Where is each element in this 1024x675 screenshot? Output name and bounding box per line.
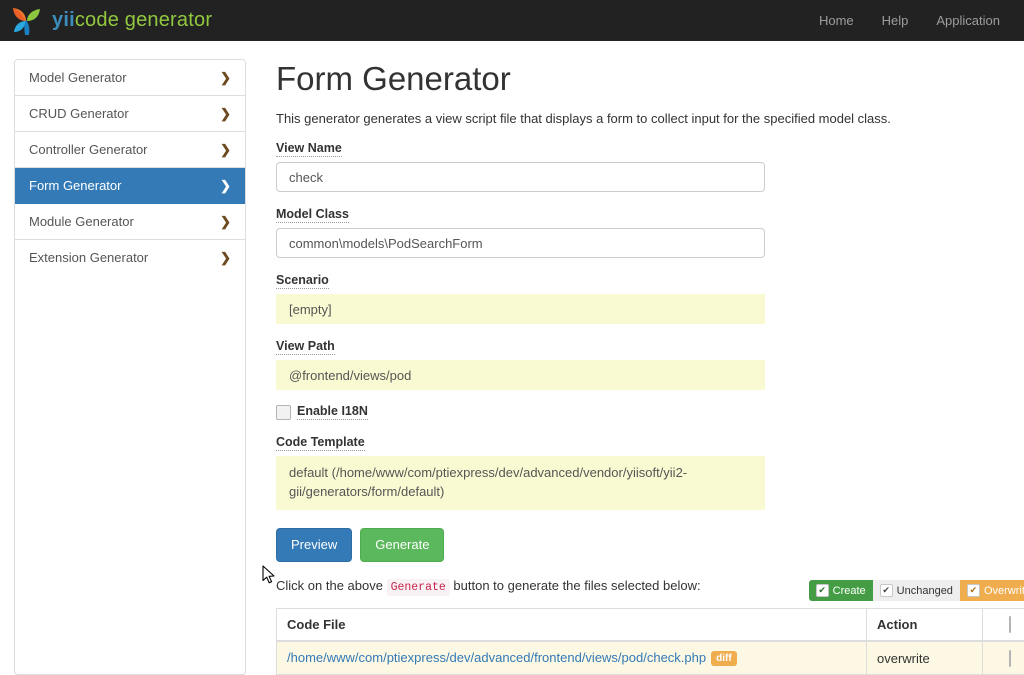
brand-text: yiicode generator bbox=[52, 9, 212, 32]
brand-name-codegenerator: code generator bbox=[75, 9, 212, 31]
code-template-label: Code Template bbox=[276, 435, 365, 451]
field-group-scenario: Scenario bbox=[276, 272, 1024, 324]
results-header: Click on the above Generate button to ge… bbox=[276, 578, 1024, 602]
sidebar-item-label: Form Generator bbox=[29, 178, 121, 193]
nav-link-home[interactable]: Home bbox=[819, 13, 854, 28]
field-group-view-path: View Path bbox=[276, 338, 1024, 390]
enable-i18n-checkbox[interactable] bbox=[276, 405, 291, 420]
legend-label-overwrite: Overwrite bbox=[984, 585, 1024, 597]
results-hint-after: button to generate the files selected be… bbox=[453, 578, 700, 593]
cell-code-file: /home/www/com/ptiexpress/dev/advanced/fr… bbox=[277, 641, 867, 675]
cell-select bbox=[983, 641, 1024, 675]
table-head: Code File Action bbox=[277, 609, 1024, 642]
generated-files-table: Code File Action /home/www/com/ptiexpres… bbox=[276, 608, 1024, 675]
chevron-right-icon: ❯ bbox=[220, 143, 231, 156]
view-name-input[interactable] bbox=[276, 162, 765, 192]
legend-label-unchanged: Unchanged bbox=[897, 585, 953, 597]
sidebar-item-module-generator[interactable]: Module Generator ❯ bbox=[15, 204, 245, 240]
view-path-input[interactable] bbox=[276, 360, 765, 390]
field-group-model-class: Model Class bbox=[276, 206, 1024, 258]
nav-link-help[interactable]: Help bbox=[882, 13, 909, 28]
row-select-checkbox[interactable] bbox=[1009, 650, 1011, 667]
preview-button[interactable]: Preview bbox=[276, 528, 352, 562]
brand-logo[interactable]: yiicode generator bbox=[10, 6, 212, 36]
chevron-right-icon: ❯ bbox=[220, 179, 231, 192]
sidebar-item-form-generator[interactable]: Form Generator ❯ bbox=[15, 168, 245, 204]
sidebar-item-label: Extension Generator bbox=[29, 250, 148, 265]
navbar-links: Home Help Application bbox=[819, 13, 1024, 28]
code-template-input[interactable]: default (/home/www/com/ptiexpress/dev/ad… bbox=[276, 456, 765, 510]
scenario-input[interactable] bbox=[276, 294, 765, 324]
model-class-label: Model Class bbox=[276, 207, 349, 223]
scenario-label: Scenario bbox=[276, 273, 329, 289]
sidebar-item-extension-generator[interactable]: Extension Generator ❯ bbox=[15, 240, 245, 275]
action-buttons: Preview Generate bbox=[276, 528, 1024, 562]
enable-i18n-row[interactable]: Enable I18N bbox=[276, 404, 1024, 420]
page-body: Model Generator ❯ CRUD Generator ❯ Contr… bbox=[0, 41, 1024, 675]
results-hint: Click on the above Generate button to ge… bbox=[276, 578, 701, 593]
chevron-right-icon: ❯ bbox=[220, 71, 231, 84]
top-navbar: yiicode generator Home Help Application bbox=[0, 0, 1024, 41]
chevron-right-icon: ❯ bbox=[220, 251, 231, 264]
create-checkbox-icon[interactable]: ✔ bbox=[816, 584, 829, 597]
legend-label-create: Create bbox=[833, 585, 866, 597]
legend-toggle-overwrite[interactable]: ✔ Overwrite bbox=[960, 580, 1024, 601]
generate-button[interactable]: Generate bbox=[360, 528, 444, 562]
diff-badge[interactable]: diff bbox=[711, 651, 737, 666]
unchanged-checkbox-icon[interactable]: ✔ bbox=[880, 584, 893, 597]
column-header-action: Action bbox=[867, 609, 983, 642]
legend-toggle-unchanged[interactable]: ✔ Unchanged bbox=[873, 580, 960, 601]
sidebar-item-label: Model Generator bbox=[29, 70, 127, 85]
column-header-code-file: Code File bbox=[277, 609, 867, 642]
sidebar-item-controller-generator[interactable]: Controller Generator ❯ bbox=[15, 132, 245, 168]
chevron-right-icon: ❯ bbox=[220, 215, 231, 228]
enable-i18n-label: Enable I18N bbox=[297, 404, 368, 420]
sidebar-item-crud-generator[interactable]: CRUD Generator ❯ bbox=[15, 96, 245, 132]
chevron-right-icon: ❯ bbox=[220, 107, 231, 120]
sidebar-item-label: Module Generator bbox=[29, 214, 134, 229]
generator-sidebar: Model Generator ❯ CRUD Generator ❯ Contr… bbox=[14, 59, 246, 675]
results-hint-before: Click on the above bbox=[276, 578, 383, 593]
field-group-code-template: Code Template default (/home/www/com/pti… bbox=[276, 434, 1024, 510]
model-class-input[interactable] bbox=[276, 228, 765, 258]
table-header-row: Code File Action bbox=[277, 609, 1024, 642]
results-hint-code: Generate bbox=[387, 579, 450, 596]
brand-name-yii: yii bbox=[52, 9, 75, 31]
generator-description: This generator generates a view script f… bbox=[276, 111, 1024, 126]
main-content: Form Generator This generator generates … bbox=[276, 59, 1024, 675]
status-filter-legend: ✔ Create ✔ Unchanged ✔ Overwrite bbox=[809, 580, 1024, 601]
select-all-checkbox[interactable] bbox=[1009, 616, 1011, 633]
sidebar-item-model-generator[interactable]: Model Generator ❯ bbox=[15, 60, 245, 96]
yii-butterfly-logo-icon bbox=[10, 6, 44, 36]
sidebar-item-label: CRUD Generator bbox=[29, 106, 129, 121]
code-file-link[interactable]: /home/www/com/ptiexpress/dev/advanced/fr… bbox=[287, 650, 706, 665]
cell-action: overwrite bbox=[867, 641, 983, 675]
overwrite-checkbox-icon[interactable]: ✔ bbox=[967, 584, 980, 597]
field-group-view-name: View Name bbox=[276, 140, 1024, 192]
sidebar-item-label: Controller Generator bbox=[29, 142, 148, 157]
table-row: /home/www/com/ptiexpress/dev/advanced/fr… bbox=[277, 641, 1024, 675]
column-header-select-all bbox=[983, 609, 1024, 642]
table-body: /home/www/com/ptiexpress/dev/advanced/fr… bbox=[277, 641, 1024, 675]
page-title: Form Generator bbox=[276, 61, 1024, 97]
view-name-label: View Name bbox=[276, 141, 342, 157]
view-path-label: View Path bbox=[276, 339, 335, 355]
nav-link-application[interactable]: Application bbox=[936, 13, 1000, 28]
legend-toggle-create[interactable]: ✔ Create bbox=[809, 580, 873, 601]
